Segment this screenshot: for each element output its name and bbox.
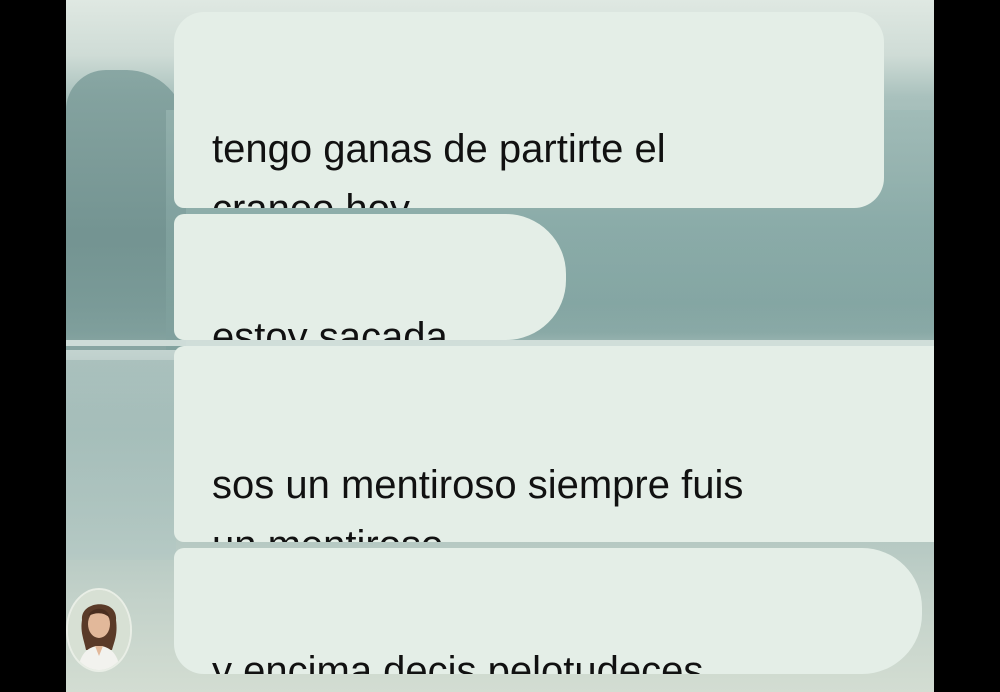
message-text: tengo ganas de partirte el craneo hoy xyxy=(212,127,666,208)
message-text: estoy sacada xyxy=(212,315,448,340)
message-bubble[interactable]: estoy sacada xyxy=(174,214,566,340)
background-reflection xyxy=(66,360,176,560)
message-text: y encima decis pelotudeces xyxy=(212,649,704,674)
message-bubble[interactable]: y encima decis pelotudeces xyxy=(174,548,922,674)
message-bubble[interactable]: tengo ganas de partirte el craneo hoy xyxy=(174,12,884,208)
screenshot-frame: tengo ganas de partirte el craneo hoy es… xyxy=(0,0,1000,692)
avatar-photo-icon xyxy=(68,590,130,670)
message-bubble[interactable]: sos un mentiroso siempre fuis un mentiro… xyxy=(174,346,934,542)
message-text: sos un mentiroso siempre fuis un mentiro… xyxy=(212,463,744,542)
sender-avatar[interactable] xyxy=(66,588,132,672)
